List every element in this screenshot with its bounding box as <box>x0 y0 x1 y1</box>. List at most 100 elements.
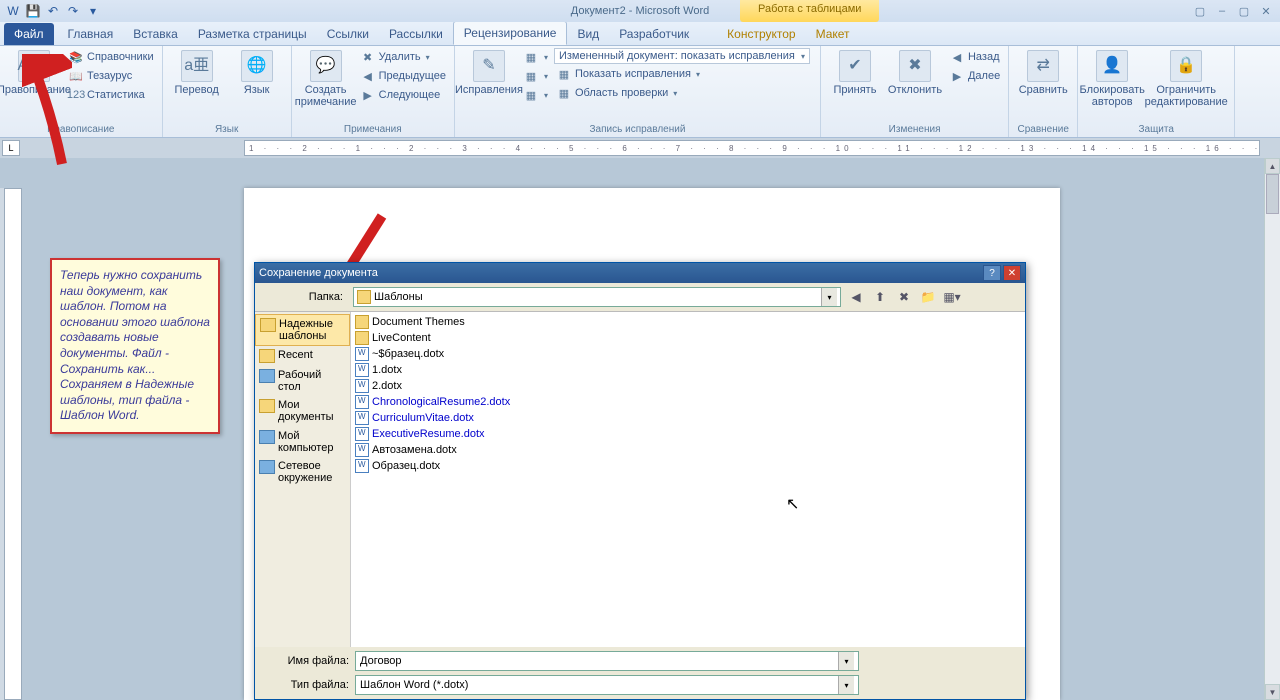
next-change-button[interactable]: ▶Далее <box>947 67 1002 85</box>
close-icon[interactable]: ✕ <box>1258 4 1274 18</box>
group-proofing: ABCПравописание 📚Справочники 📖Тезаурус 1… <box>0 46 163 137</box>
folder-icon <box>357 290 371 304</box>
save-icon[interactable]: 💾 <box>24 2 42 20</box>
track-changes-button[interactable]: ✎Исправления <box>461 48 517 96</box>
reviewing-pane-button[interactable]: ▦Область проверки▾ <box>554 84 814 102</box>
group-tracking: ✎Исправления ▦▾ ▦▾ ▦▾ Измененный докумен… <box>455 46 821 137</box>
file-row[interactable]: CurriculumVitae.dotx <box>353 410 1023 426</box>
scroll-down-icon[interactable]: ▼ <box>1265 684 1280 700</box>
accept-button[interactable]: ✔Принять <box>827 48 883 96</box>
up-icon[interactable]: ⬆ <box>871 288 889 306</box>
block-authors-button[interactable]: 👤Блокировать авторов <box>1084 48 1140 108</box>
sidebar-item[interactable]: Recent <box>255 346 350 366</box>
folder-icon <box>355 315 369 329</box>
tab-table-design[interactable]: Конструктор <box>717 23 805 45</box>
scroll-up-icon[interactable]: ▲ <box>1265 158 1280 174</box>
translate-button[interactable]: a亜Перевод <box>169 48 225 96</box>
folder-icon <box>260 318 276 332</box>
file-row[interactable]: ExecutiveResume.dotx <box>353 426 1023 442</box>
restrict-editing-button[interactable]: 🔒Ограничить редактирование <box>1144 48 1228 108</box>
undo-icon[interactable]: ↶ <box>44 2 62 20</box>
tab-home[interactable]: Главная <box>58 23 124 45</box>
markup-button[interactable]: ▦▾ <box>521 67 550 85</box>
file-row[interactable]: Образец.dotx <box>353 458 1023 474</box>
folder-label: Папка: <box>261 291 347 303</box>
tab-mailings[interactable]: Рассылки <box>379 23 453 45</box>
prev-comment-button[interactable]: ◀Предыдущее <box>358 67 448 85</box>
file-row[interactable]: ~$бразец.dotx <box>353 346 1023 362</box>
sidebar-item[interactable]: Сетевое окружение <box>255 457 350 487</box>
sidebar-item[interactable]: Мои документы <box>255 396 350 426</box>
tab-developer[interactable]: Разработчик <box>609 23 699 45</box>
minimize-ribbon-icon[interactable]: ▢ <box>1192 4 1208 18</box>
previous-change-button[interactable]: ◀Назад <box>947 48 1002 66</box>
views-icon[interactable]: ▦▾ <box>943 288 961 306</box>
dialog-toolbar: Папка: Шаблоны ▾ ◀ ⬆ ✖ 📁 ▦▾ <box>255 283 1025 311</box>
language-button[interactable]: 🌐Язык <box>229 48 285 96</box>
show-markup-button[interactable]: ▦Показать исправления▾ <box>554 65 814 83</box>
tab-insert[interactable]: Вставка <box>123 23 188 45</box>
sidebar-item[interactable]: Рабочий стол <box>255 366 350 396</box>
quick-access-toolbar: W 💾 ↶ ↷ ▾ <box>0 2 106 20</box>
wordcount-button[interactable]: 123Статистика <box>66 86 156 104</box>
tab-selector[interactable]: L <box>2 140 20 156</box>
file-row[interactable]: Document Themes <box>353 314 1023 330</box>
sidebar-item[interactable]: Мой компьютер <box>255 427 350 457</box>
research-button[interactable]: 📚Справочники <box>66 48 156 66</box>
display-for-review-dropdown[interactable]: Измененный документ: показать исправлени… <box>554 48 810 64</box>
file-row[interactable]: Автозамена.dotx <box>353 442 1023 458</box>
new-comment-button[interactable]: 💬Создать примечание <box>298 48 354 108</box>
group-changes: ✔Принять ✖Отклонить ◀Назад ▶Далее Измене… <box>821 46 1009 137</box>
maximize-icon[interactable]: ▢ <box>1236 4 1252 18</box>
sidebar-item[interactable]: Надежные шаблоны <box>255 314 350 346</box>
filename-input[interactable]: Договор▾ <box>355 651 859 671</box>
file-row[interactable]: ChronologicalResume2.dotx <box>353 394 1023 410</box>
chevron-down-icon[interactable]: ▾ <box>838 676 854 694</box>
folder-icon <box>355 331 369 345</box>
tab-table-layout[interactable]: Макет <box>806 23 860 45</box>
compare-button[interactable]: ⇄Сравнить <box>1015 48 1071 96</box>
file-row[interactable]: LiveContent <box>353 330 1023 346</box>
delete-comment-button[interactable]: ✖Удалить▾ <box>358 48 448 66</box>
vertical-ruler[interactable] <box>4 188 22 700</box>
minimize-icon[interactable]: – <box>1214 4 1230 18</box>
filename-label: Имя файла: <box>263 655 349 667</box>
dialog-close-icon[interactable]: ✕ <box>1003 265 1021 281</box>
vertical-scrollbar[interactable]: ▲ ▼ <box>1264 158 1280 700</box>
spelling-button[interactable]: ABCПравописание <box>6 48 62 96</box>
reviewers-button[interactable]: ▦▾ <box>521 86 550 104</box>
tab-view[interactable]: Вид <box>567 23 609 45</box>
file-row[interactable]: 1.dotx <box>353 362 1023 378</box>
word-icon: W <box>4 2 22 20</box>
document-icon <box>355 379 369 393</box>
qat-more-icon[interactable]: ▾ <box>84 2 102 20</box>
dialog-titlebar[interactable]: Сохранение документа ? ✕ <box>255 263 1025 283</box>
group-protect: 👤Блокировать авторов 🔒Ограничить редакти… <box>1078 46 1235 137</box>
new-folder-icon[interactable]: 📁 <box>919 288 937 306</box>
folder-path-dropdown[interactable]: Шаблоны ▾ <box>353 287 841 307</box>
next-comment-button[interactable]: ▶Следующее <box>358 86 448 104</box>
reject-button[interactable]: ✖Отклонить <box>887 48 943 96</box>
chevron-down-icon[interactable]: ▾ <box>838 652 854 670</box>
document-icon <box>355 459 369 473</box>
file-list[interactable]: Document ThemesLiveContent~$бразец.dotx1… <box>351 312 1025 647</box>
tab-references[interactable]: Ссылки <box>317 23 379 45</box>
tab-pagelayout[interactable]: Разметка страницы <box>188 23 317 45</box>
delete-folder-icon[interactable]: ✖ <box>895 288 913 306</box>
scroll-thumb[interactable] <box>1266 174 1279 214</box>
filetype-dropdown[interactable]: Шаблон Word (*.dotx)▾ <box>355 675 859 695</box>
tab-review[interactable]: Рецензирование <box>453 21 568 45</box>
chevron-down-icon[interactable]: ▾ <box>821 288 837 306</box>
save-as-dialog: Сохранение документа ? ✕ Папка: Шаблоны … <box>254 262 1026 700</box>
tab-file[interactable]: Файл <box>4 23 54 45</box>
help-icon[interactable]: ? <box>983 265 1001 281</box>
dialog-sidebar: Надежные шаблоныRecentРабочий столМои до… <box>255 312 351 647</box>
file-row[interactable]: 2.dotx <box>353 378 1023 394</box>
back-icon[interactable]: ◀ <box>847 288 865 306</box>
thesaurus-button[interactable]: 📖Тезаурус <box>66 67 156 85</box>
balloons-button[interactable]: ▦▾ <box>521 48 550 66</box>
document-icon <box>355 347 369 361</box>
redo-icon[interactable]: ↷ <box>64 2 82 20</box>
horizontal-ruler[interactable]: 1 · · · 2 · · · 1 · · · 2 · · · 3 · · · … <box>244 140 1260 156</box>
document-icon <box>355 443 369 457</box>
